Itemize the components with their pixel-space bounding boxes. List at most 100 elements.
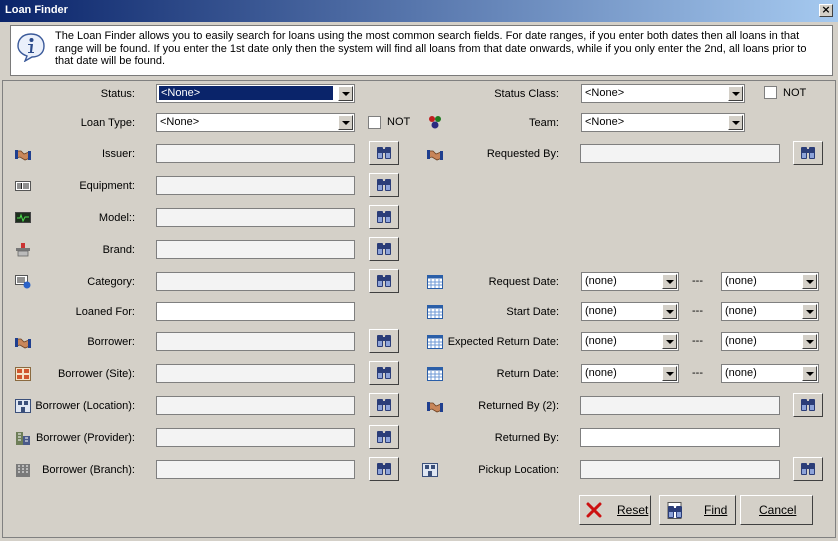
barcode-icon: [15, 181, 31, 191]
cancel-button[interactable]: Cancel: [740, 495, 813, 525]
borrower-lookup-button[interactable]: [369, 329, 399, 353]
equipment-lookup-button[interactable]: [369, 173, 399, 197]
chevron-down-icon[interactable]: [728, 115, 743, 130]
start-date-from[interactable]: (none): [581, 302, 679, 321]
binoculars-icon: [377, 367, 391, 379]
returned-by-2-field[interactable]: [580, 396, 780, 415]
borrower-field[interactable]: [156, 332, 355, 351]
brand-lookup-button[interactable]: [369, 237, 399, 261]
borrower-provider-lookup-button[interactable]: [369, 425, 399, 449]
borrower-location-field[interactable]: [156, 396, 355, 415]
expected-return-date-from-value: (none): [585, 335, 617, 347]
start-date-to[interactable]: (none): [721, 302, 819, 321]
issuer-lookup-button[interactable]: [369, 141, 399, 165]
expected-return-date-from[interactable]: (none): [581, 332, 679, 351]
status-class-combo[interactable]: <None>: [581, 84, 745, 103]
start-date-label: Start Date:: [506, 306, 559, 318]
status-combo[interactable]: <None>: [156, 84, 355, 103]
team-combo[interactable]: <None>: [581, 113, 745, 132]
loan-type-combo[interactable]: <None>: [156, 113, 355, 132]
status-class-not-checkbox[interactable]: [764, 86, 777, 99]
handshake-icon: [15, 337, 31, 349]
category-label: Category:: [87, 276, 135, 288]
chevron-down-icon[interactable]: [802, 366, 817, 381]
binoculars-icon: [377, 147, 391, 159]
category-field[interactable]: [156, 272, 355, 291]
category-barcode-icon: [15, 275, 31, 289]
team-combo-value: <None>: [585, 116, 625, 128]
binoculars-icon: [377, 211, 391, 223]
red-x-icon: [586, 502, 602, 518]
chevron-down-icon[interactable]: [802, 304, 817, 319]
issuer-field[interactable]: [156, 144, 355, 163]
chevron-down-icon[interactable]: [802, 334, 817, 349]
loan-type-not-label: NOT: [387, 116, 411, 128]
calendar-icon: [427, 367, 443, 381]
category-lookup-button[interactable]: [369, 269, 399, 293]
borrower-branch-field[interactable]: [156, 460, 355, 479]
return-date-from[interactable]: (none): [581, 364, 679, 383]
chevron-down-icon[interactable]: [802, 274, 817, 289]
return-date-label: Return Date:: [496, 368, 559, 380]
equipment-label: Equipment:: [79, 180, 135, 192]
info-panel: The Loan Finder allows you to easily sea…: [10, 25, 833, 76]
find-button[interactable]: Find: [659, 495, 736, 525]
chevron-down-icon[interactable]: [662, 366, 677, 381]
chevron-down-icon[interactable]: [728, 86, 743, 101]
returned-by-field[interactable]: [580, 428, 780, 447]
binoculars-icon: [377, 275, 391, 287]
borrower-branch-label: Borrower (Branch):: [42, 464, 135, 476]
loaned-for-field[interactable]: [156, 302, 355, 321]
brand-field[interactable]: [156, 240, 355, 259]
binoculars-icon: [801, 463, 815, 475]
pickup-location-field[interactable]: [580, 460, 780, 479]
requested-by-field[interactable]: [580, 144, 780, 163]
chevron-down-icon[interactable]: [338, 86, 353, 101]
info-icon: [17, 33, 45, 62]
borrower-provider-label: Borrower (Provider):: [35, 432, 135, 444]
returned-by-2-lookup-button[interactable]: [793, 393, 823, 417]
borrower-site-label: Borrower (Site):: [57, 368, 135, 380]
range-separator: ---: [692, 275, 703, 287]
borrower-site-lookup-button[interactable]: [369, 361, 399, 385]
close-button[interactable]: ×: [819, 4, 833, 17]
handshake-icon: [15, 149, 31, 161]
range-separator: ---: [692, 367, 703, 379]
start-date-from-value: (none): [585, 305, 617, 317]
chevron-down-icon[interactable]: [338, 115, 353, 130]
status-combo-value: <None>: [159, 86, 333, 100]
title-bar: Loan Finder ×: [0, 0, 838, 22]
cancel-button-label: Cancel: [759, 503, 797, 517]
loan-type-combo-value: <None>: [160, 116, 200, 128]
team-icon: [429, 116, 441, 129]
team-label: Team:: [529, 117, 559, 129]
range-separator: ---: [692, 335, 703, 347]
pickup-location-lookup-button[interactable]: [793, 457, 823, 481]
loaned-for-label: Loaned For:: [75, 306, 135, 318]
chevron-down-icon[interactable]: [662, 304, 677, 319]
binoculars-icon: [377, 179, 391, 191]
issuer-label: Issuer:: [101, 148, 135, 160]
borrower-location-lookup-button[interactable]: [369, 393, 399, 417]
reset-button[interactable]: Reset: [579, 495, 651, 525]
requested-by-lookup-button[interactable]: [793, 141, 823, 165]
model-lookup-button[interactable]: [369, 205, 399, 229]
handshake-icon: [427, 149, 443, 161]
request-date-from[interactable]: (none): [581, 272, 679, 291]
calendar-icon: [427, 335, 443, 349]
equipment-field[interactable]: [156, 176, 355, 195]
return-date-to[interactable]: (none): [721, 364, 819, 383]
chevron-down-icon[interactable]: [662, 334, 677, 349]
chevron-down-icon[interactable]: [662, 274, 677, 289]
expected-return-date-to[interactable]: (none): [721, 332, 819, 351]
request-date-to[interactable]: (none): [721, 272, 819, 291]
handshake-icon: [427, 401, 443, 413]
provider-building-icon: [16, 432, 30, 445]
borrower-site-field[interactable]: [156, 364, 355, 383]
borrower-provider-field[interactable]: [156, 428, 355, 447]
loan-type-not-checkbox[interactable]: [368, 116, 381, 129]
model-field[interactable]: [156, 208, 355, 227]
close-icon: ×: [821, 3, 831, 16]
status-class-combo-value: <None>: [585, 87, 625, 99]
borrower-branch-lookup-button[interactable]: [369, 457, 399, 481]
